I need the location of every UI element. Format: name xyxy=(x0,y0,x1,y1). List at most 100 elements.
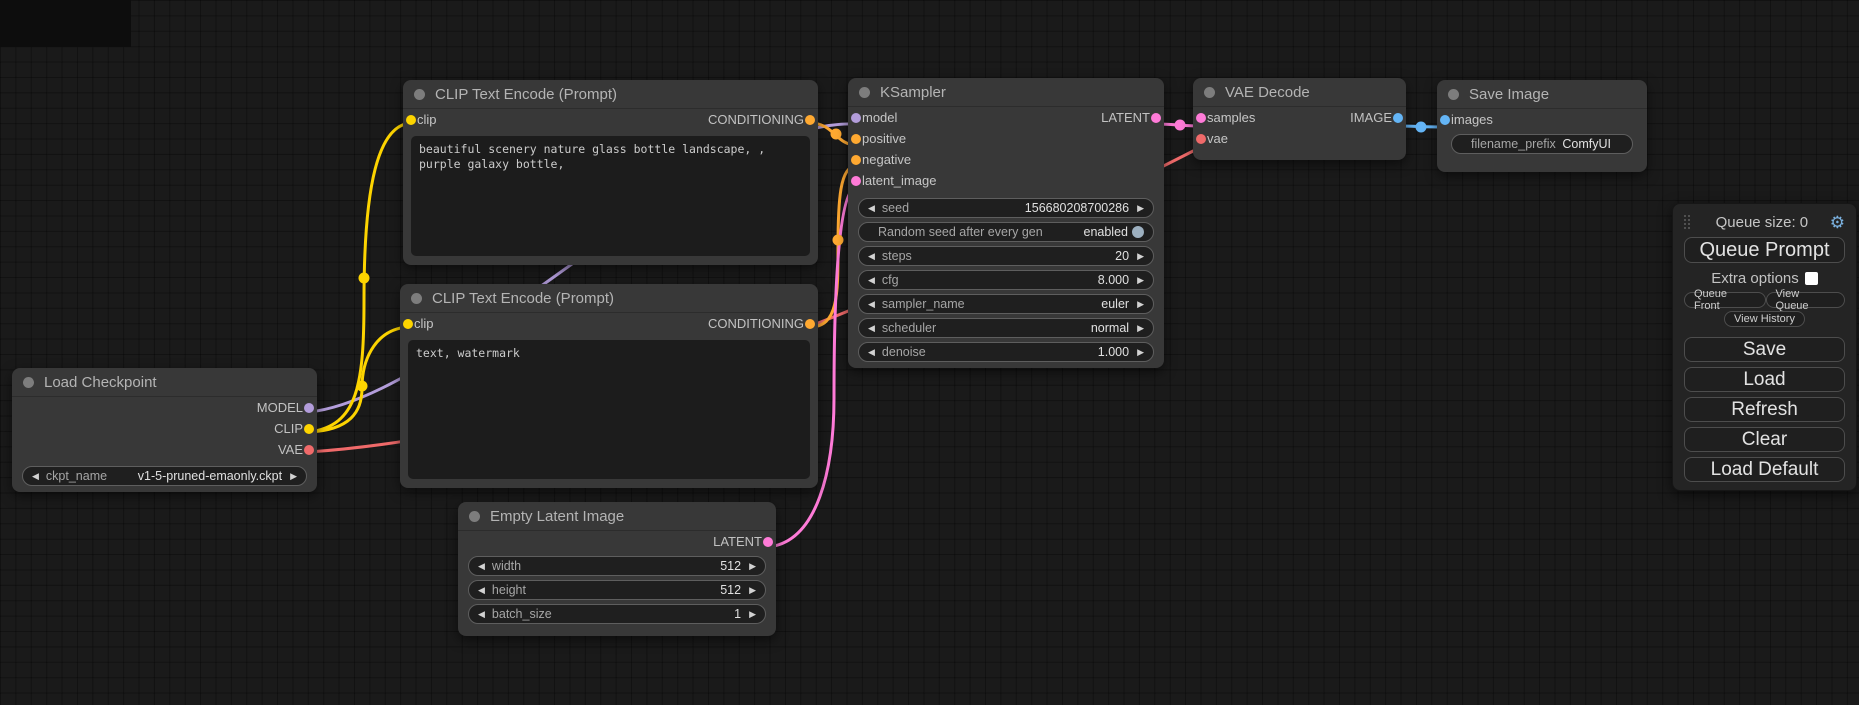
latent-output-port[interactable] xyxy=(1151,113,1161,123)
increment-arrow-icon[interactable]: ▶ xyxy=(290,472,297,481)
refresh-button[interactable]: Refresh xyxy=(1684,397,1845,422)
widget-cfg[interactable]: ◀ cfg 8.000 ▶ xyxy=(858,270,1154,290)
decrement-arrow-icon[interactable]: ◀ xyxy=(478,586,485,595)
node-clip-text-encode-negative: CLIP Text Encode (Prompt) clip CONDITION… xyxy=(400,284,818,488)
widget-steps[interactable]: ◀ steps 20 ▶ xyxy=(858,246,1154,266)
io-row-vae: vae xyxy=(1193,128,1406,149)
history-row: View History xyxy=(1684,311,1845,327)
gear-icon[interactable]: ⚙ xyxy=(1830,214,1845,231)
vae-output-port[interactable] xyxy=(304,445,314,455)
node-title: CLIP Text Encode (Prompt) xyxy=(435,86,617,103)
increment-arrow-icon[interactable]: ▶ xyxy=(1137,204,1144,213)
panel-drag-handle-icon[interactable] xyxy=(1684,215,1690,229)
view-queue-button[interactable]: View Queue xyxy=(1766,292,1845,308)
collapse-dot-icon[interactable] xyxy=(859,87,870,98)
clear-button[interactable]: Clear xyxy=(1684,427,1845,452)
positive-input-port[interactable] xyxy=(851,134,861,144)
load-button[interactable]: Load xyxy=(1684,367,1845,392)
latent-output-port[interactable] xyxy=(763,537,773,547)
negative-input-port[interactable] xyxy=(851,155,861,165)
increment-arrow-icon[interactable]: ▶ xyxy=(749,610,756,619)
node-title: Save Image xyxy=(1469,86,1549,103)
clip-input-port[interactable] xyxy=(403,319,413,329)
queue-front-button[interactable]: Queue Front xyxy=(1684,292,1766,308)
widget-denoise[interactable]: ◀ denoise 1.000 ▶ xyxy=(858,342,1154,362)
node-title: VAE Decode xyxy=(1225,84,1310,101)
widget-label: width xyxy=(492,559,521,573)
widget-width[interactable]: ◀ width 512 ▶ xyxy=(468,556,766,576)
prompt-textarea[interactable]: text, watermark xyxy=(408,340,810,479)
queue-panel-header: Queue size: 0 ⚙ xyxy=(1684,212,1845,232)
widget-label: sampler_name xyxy=(882,297,965,311)
latent-image-input-port[interactable] xyxy=(851,176,861,186)
widget-ckpt-name[interactable]: ◀ ckpt_name v1-5-pruned-emaonly.ckpt ▶ xyxy=(22,466,307,486)
collapse-dot-icon[interactable] xyxy=(469,511,480,522)
widget-value: 20 xyxy=(1115,249,1137,263)
node-header[interactable]: Empty Latent Image xyxy=(458,502,776,531)
collapse-dot-icon[interactable] xyxy=(414,89,425,100)
clip-input-label: clip xyxy=(417,112,437,127)
decrement-arrow-icon[interactable]: ◀ xyxy=(868,252,875,261)
decrement-arrow-icon[interactable]: ◀ xyxy=(478,610,485,619)
widget-filename-prefix[interactable]: filename_prefix ComfyUI xyxy=(1451,134,1633,154)
toggle-circle-icon[interactable] xyxy=(1132,226,1144,238)
increment-arrow-icon[interactable]: ▶ xyxy=(749,562,756,571)
queue-mini-buttons: Queue Front View Queue xyxy=(1684,292,1845,308)
widget-label: height xyxy=(492,583,526,597)
clip-output-port[interactable] xyxy=(304,424,314,434)
widget-height[interactable]: ◀ height 512 ▶ xyxy=(468,580,766,600)
vae-input-port[interactable] xyxy=(1196,134,1206,144)
queue-prompt-button[interactable]: Queue Prompt xyxy=(1684,237,1845,263)
increment-arrow-icon[interactable]: ▶ xyxy=(1137,252,1144,261)
node-header[interactable]: VAE Decode xyxy=(1193,78,1406,107)
node-header[interactable]: Load Checkpoint xyxy=(12,368,317,397)
widget-label: cfg xyxy=(882,273,899,287)
model-output-port[interactable] xyxy=(304,403,314,413)
load-default-button[interactable]: Load Default xyxy=(1684,457,1845,482)
output-row-model: MODEL xyxy=(12,397,317,418)
collapse-dot-icon[interactable] xyxy=(23,377,34,388)
collapse-dot-icon[interactable] xyxy=(1204,87,1215,98)
widget-scheduler[interactable]: ◀ scheduler normal ▶ xyxy=(858,318,1154,338)
conditioning-output-port[interactable] xyxy=(805,115,815,125)
widget-value: normal xyxy=(1091,321,1137,335)
increment-arrow-icon[interactable]: ▶ xyxy=(1137,276,1144,285)
save-button[interactable]: Save xyxy=(1684,337,1845,362)
collapse-dot-icon[interactable] xyxy=(411,293,422,304)
decrement-arrow-icon[interactable]: ◀ xyxy=(868,348,875,357)
prompt-textarea[interactable]: beautiful scenery nature glass bottle la… xyxy=(411,136,810,256)
node-header[interactable]: KSampler xyxy=(848,78,1164,107)
increment-arrow-icon[interactable]: ▶ xyxy=(1137,300,1144,309)
canvas-origin-corner xyxy=(0,0,131,47)
decrement-arrow-icon[interactable]: ◀ xyxy=(868,276,875,285)
clip-input-port[interactable] xyxy=(406,115,416,125)
node-header[interactable]: CLIP Text Encode (Prompt) xyxy=(403,80,818,109)
decrement-arrow-icon[interactable]: ◀ xyxy=(868,324,875,333)
decrement-arrow-icon[interactable]: ◀ xyxy=(868,204,875,213)
node-header[interactable]: CLIP Text Encode (Prompt) xyxy=(400,284,818,313)
extra-options-checkbox[interactable] xyxy=(1805,272,1818,285)
widget-value: 8.000 xyxy=(1098,273,1137,287)
widget-batch-size[interactable]: ◀ batch_size 1 ▶ xyxy=(468,604,766,624)
node-title: KSampler xyxy=(880,84,946,101)
node-header[interactable]: Save Image xyxy=(1437,80,1647,109)
view-history-button[interactable]: View History xyxy=(1724,311,1805,327)
output-row-latent: LATENT xyxy=(458,531,776,552)
increment-arrow-icon[interactable]: ▶ xyxy=(749,586,756,595)
widget-seed[interactable]: ◀ seed 156680208700286 ▶ xyxy=(858,198,1154,218)
images-input-port[interactable] xyxy=(1440,115,1450,125)
widget-random-seed-toggle[interactable]: Random seed after every gen enabled xyxy=(858,222,1154,242)
conditioning-output-port[interactable] xyxy=(805,319,815,329)
widget-sampler-name[interactable]: ◀ sampler_name euler ▶ xyxy=(858,294,1154,314)
samples-input-port[interactable] xyxy=(1196,113,1206,123)
image-output-port[interactable] xyxy=(1393,113,1403,123)
collapse-dot-icon[interactable] xyxy=(1448,89,1459,100)
decrement-arrow-icon[interactable]: ◀ xyxy=(868,300,875,309)
increment-arrow-icon[interactable]: ▶ xyxy=(1137,324,1144,333)
io-row-clip: clip CONDITIONING xyxy=(400,313,818,334)
increment-arrow-icon[interactable]: ▶ xyxy=(1137,348,1144,357)
model-input-port[interactable] xyxy=(851,113,861,123)
decrement-arrow-icon[interactable]: ◀ xyxy=(32,472,39,481)
decrement-arrow-icon[interactable]: ◀ xyxy=(478,562,485,571)
io-row-samples-image: samples IMAGE xyxy=(1193,107,1406,128)
